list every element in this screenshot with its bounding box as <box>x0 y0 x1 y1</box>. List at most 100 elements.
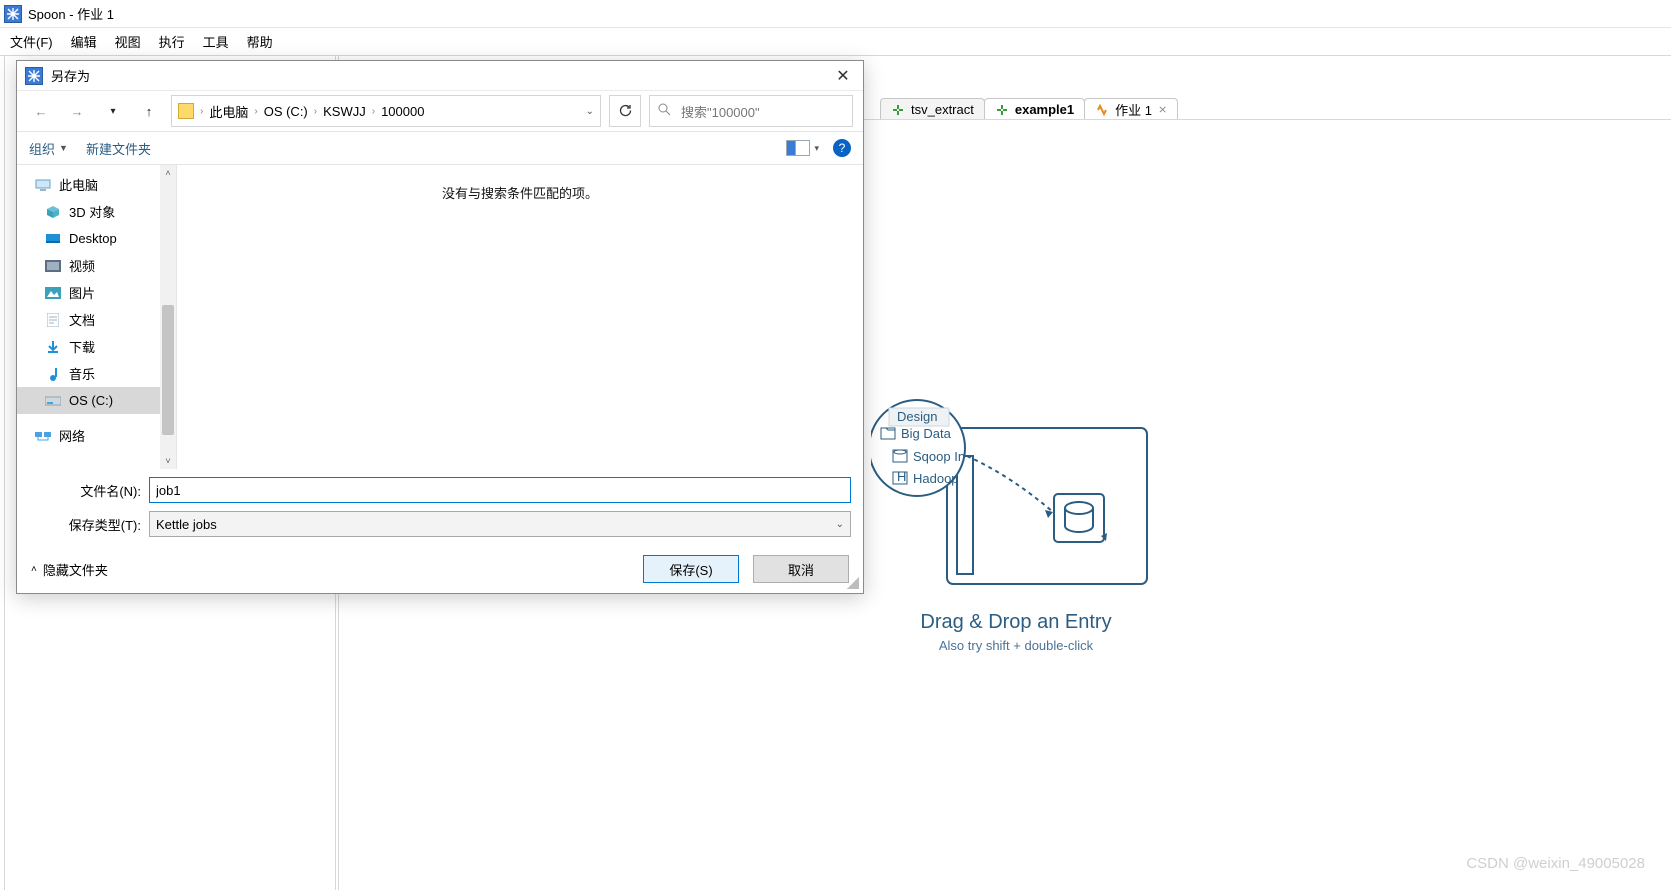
drag-drop-subtitle: Also try shift + double-click <box>866 638 1166 653</box>
menu-run[interactable]: 执行 <box>159 32 185 51</box>
hide-folders-toggle[interactable]: ˄ 隐藏文件夹 <box>31 560 108 579</box>
watermark: CSDN @weixin_49005028 <box>1466 855 1645 872</box>
spoon-app-icon <box>4 5 22 23</box>
breadcrumb-item[interactable]: 此电脑 <box>209 102 248 121</box>
tree-item-this-pc[interactable]: 此电脑 <box>17 171 176 198</box>
tab-label: 作业 1 <box>1115 100 1152 119</box>
breadcrumb-dropdown-icon[interactable]: ⌄ <box>586 106 594 117</box>
search-icon <box>658 103 671 119</box>
scroll-down-icon[interactable]: ˅ <box>160 453 176 469</box>
transformation-icon <box>995 103 1009 117</box>
menu-file[interactable]: 文件(F) <box>10 32 53 51</box>
music-icon <box>45 366 61 382</box>
chevron-right-icon: › <box>312 106 319 117</box>
desktop-icon <box>45 231 61 247</box>
transformation-icon <box>891 103 905 117</box>
spoon-app-icon <box>25 67 43 85</box>
tree-item-pictures[interactable]: 图片 <box>17 279 176 306</box>
chevron-down-icon: ⌄ <box>836 519 844 530</box>
dialog-title: 另存为 <box>51 66 90 85</box>
tree-item-os-c[interactable]: OS (C:) <box>17 387 176 414</box>
tree-item-3d[interactable]: 3D 对象 <box>17 198 176 225</box>
empty-folder-text: 没有与搜索条件匹配的项。 <box>442 183 598 202</box>
download-icon <box>45 339 61 355</box>
drive-icon <box>45 393 61 409</box>
save-button[interactable]: 保存(S) <box>643 555 739 583</box>
drag-drop-hint: Design Big Data Sqoop In H Hadoop <box>866 386 1166 653</box>
chevron-right-icon: › <box>198 106 205 117</box>
dialog-footer: ˄ 隐藏文件夹 保存(S) 取消 <box>17 545 863 593</box>
savetype-label: 保存类型(T): <box>29 515 149 534</box>
cancel-button[interactable]: 取消 <box>753 555 849 583</box>
dialog-close-button[interactable]: ✕ <box>831 66 855 86</box>
design-label: Design <box>897 409 937 424</box>
help-button[interactable]: ? <box>833 139 851 157</box>
organize-menu[interactable]: 组织 ▼ <box>29 139 68 158</box>
tree-item-downloads[interactable]: 下载 <box>17 333 176 360</box>
tab-close-icon[interactable]: ⨯ <box>1158 103 1167 116</box>
new-folder-button[interactable]: 新建文件夹 <box>86 139 151 158</box>
svg-text:Hadoop: Hadoop <box>913 471 959 486</box>
view-mode-button[interactable]: ▾ <box>786 140 819 156</box>
folder-icon <box>178 103 194 119</box>
editor-tabs: tsv_extract example1 作业 1 ⨯ <box>880 98 1177 120</box>
breadcrumb-bar[interactable]: › 此电脑 › OS (C:) › KSWJJ › 100000 ⌄ <box>171 95 601 127</box>
search-placeholder: 搜索"100000" <box>681 102 760 121</box>
nav-forward-button[interactable]: → <box>63 97 91 125</box>
svg-text:Sqoop In: Sqoop In <box>913 449 965 464</box>
filename-input[interactable] <box>149 477 851 503</box>
tree-item-desktop[interactable]: Desktop <box>17 225 176 252</box>
tab-label: example1 <box>1015 102 1074 117</box>
app-title: Spoon - 作业 1 <box>28 4 114 23</box>
network-icon <box>35 428 51 444</box>
menu-help[interactable]: 帮助 <box>247 32 273 51</box>
save-as-dialog: 另存为 ✕ ← → ▾ ↑ › 此电脑 › OS (C:) › KSWJJ › … <box>16 60 864 594</box>
pc-icon <box>35 177 51 193</box>
drag-drop-illustration: Design Big Data Sqoop In H Hadoop <box>871 386 1161 596</box>
tab-label: tsv_extract <box>911 102 974 117</box>
menu-view[interactable]: 视图 <box>115 32 141 51</box>
search-input[interactable]: 搜索"100000" <box>649 95 853 127</box>
tree-item-documents[interactable]: 文档 <box>17 306 176 333</box>
breadcrumb-item[interactable]: 100000 <box>381 104 424 119</box>
job-icon <box>1095 103 1109 117</box>
savetype-value: Kettle jobs <box>156 517 217 532</box>
tab-tsv-extract[interactable]: tsv_extract <box>880 98 985 120</box>
dialog-nav-row: ← → ▾ ↑ › 此电脑 › OS (C:) › KSWJJ › 100000… <box>17 91 863 131</box>
file-list-area: 没有与搜索条件匹配的项。 <box>177 165 863 469</box>
menubar: 文件(F) 编辑 视图 执行 工具 帮助 <box>0 28 1671 56</box>
video-icon <box>45 258 61 274</box>
breadcrumb-item[interactable]: OS (C:) <box>264 104 308 119</box>
folder-tree: 此电脑 3D 对象 Desktop 视频 图片 文档 下载 音乐 OS (C:)… <box>17 165 177 469</box>
filename-label: 文件名(N): <box>29 481 149 500</box>
drag-drop-title: Drag & Drop an Entry <box>866 611 1166 634</box>
tab-job1[interactable]: 作业 1 ⨯ <box>1084 98 1178 120</box>
breadcrumb-item[interactable]: KSWJJ <box>323 104 366 119</box>
app-titlebar: Spoon - 作业 1 <box>0 0 1671 28</box>
dialog-titlebar: 另存为 ✕ <box>17 61 863 91</box>
savetype-select[interactable]: Kettle jobs ⌄ <box>149 511 851 537</box>
nav-recent-dropdown[interactable]: ▾ <box>99 97 127 125</box>
svg-text:H: H <box>897 469 906 484</box>
nav-up-button[interactable]: ↑ <box>135 97 163 125</box>
chevron-right-icon: › <box>370 106 377 117</box>
tree-item-videos[interactable]: 视频 <box>17 252 176 279</box>
resize-grip[interactable] <box>847 577 859 589</box>
tab-example1[interactable]: example1 <box>984 98 1085 120</box>
scroll-thumb[interactable] <box>162 305 174 435</box>
tree-scrollbar[interactable]: ˄ ˅ <box>160 165 176 469</box>
chevron-up-icon: ˄ <box>31 564 37 575</box>
refresh-button[interactable] <box>609 95 641 127</box>
svg-text:Big Data: Big Data <box>901 426 952 441</box>
scroll-up-icon[interactable]: ˄ <box>160 165 176 181</box>
document-icon <box>45 312 61 328</box>
tree-item-network[interactable]: 网络 <box>17 422 176 449</box>
dialog-fields: 文件名(N): 保存类型(T): Kettle jobs ⌄ <box>17 469 863 545</box>
chevron-right-icon: › <box>252 106 259 117</box>
menu-edit[interactable]: 编辑 <box>71 32 97 51</box>
menu-tools[interactable]: 工具 <box>203 32 229 51</box>
nav-back-button[interactable]: ← <box>27 97 55 125</box>
dialog-toolbar: 组织 ▼ 新建文件夹 ▾ ? <box>17 131 863 165</box>
picture-icon <box>45 285 61 301</box>
tree-item-music[interactable]: 音乐 <box>17 360 176 387</box>
